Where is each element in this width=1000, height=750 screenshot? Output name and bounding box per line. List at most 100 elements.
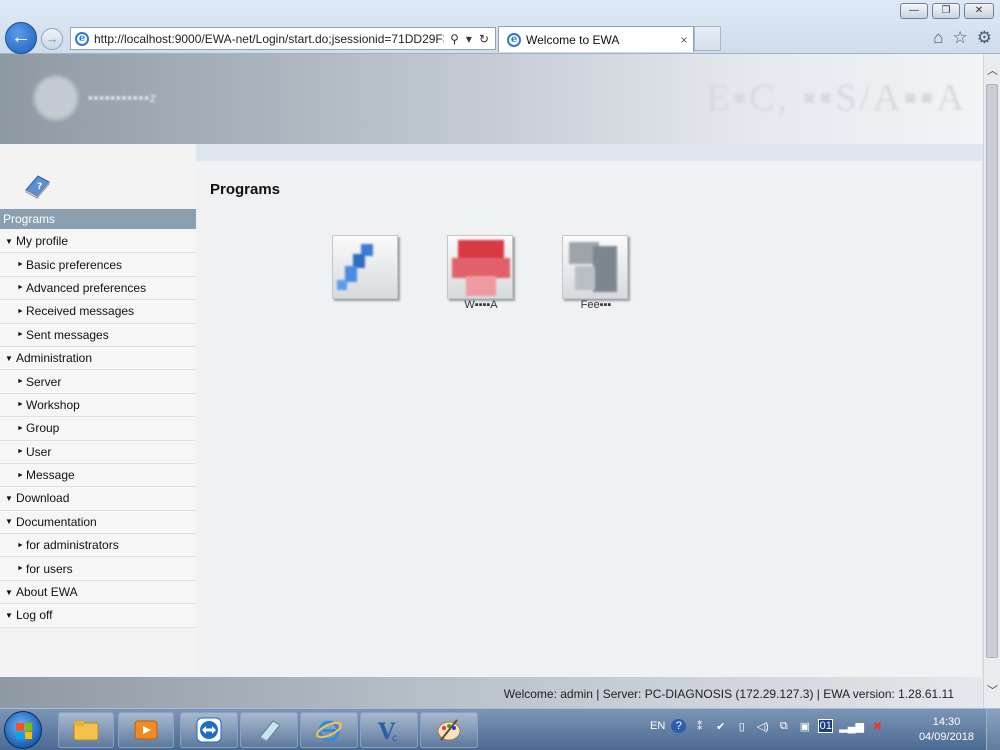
- checkmark-icon[interactable]: ✔: [713, 720, 728, 733]
- program-label: Fee▪▪▪: [580, 299, 612, 311]
- logo: ▪▪▪▪▪▪▪▪▪▪▪z: [34, 76, 224, 120]
- tab-welcome[interactable]: e Welcome to EWA ×: [498, 26, 694, 52]
- close-window-button[interactable]: ✕: [964, 3, 994, 19]
- language-indicator[interactable]: EN: [650, 720, 665, 732]
- sidebar-item-sent-messages[interactable]: ► Sent messages: [0, 323, 196, 347]
- sidebar-item-label: Documentation: [16, 514, 97, 529]
- sidebar-item-for-users[interactable]: ► for users: [0, 557, 196, 581]
- program-tile-feedback[interactable]: Fee▪▪▪: [562, 235, 630, 315]
- notebook-icon: [259, 720, 281, 742]
- sidebar-item-log-off[interactable]: ▼ Log off: [0, 604, 196, 628]
- page-title: Programs: [210, 181, 281, 198]
- clock[interactable]: 14:30 04/09/2018: [919, 715, 974, 745]
- sidebar-item-label: Log off: [16, 608, 53, 623]
- sidebar-header[interactable]: Programs: [0, 209, 196, 229]
- triangle-right-icon: ►: [17, 471, 24, 479]
- scroll-down-icon[interactable]: ﹀: [984, 682, 1000, 700]
- program-tile-ewa[interactable]: W▪▪▪▪A: [447, 235, 515, 315]
- monitor-icon[interactable]: ▣: [797, 720, 812, 733]
- sidebar-item-label: Basic preferences: [26, 257, 123, 272]
- start-button[interactable]: [4, 711, 42, 749]
- sidebar-item-label: Server: [26, 374, 62, 389]
- triangle-down-icon: ▼: [5, 587, 13, 597]
- vertical-scrollbar[interactable]: ︿ ﹀: [983, 54, 1000, 708]
- brand-title: E▪C, ▪▪S/A▪▪A: [706, 77, 967, 119]
- sidebar-item-user[interactable]: ► User: [0, 440, 196, 464]
- teamviewer-icon: [196, 717, 222, 743]
- sidebar-item-received-messages[interactable]: ► Received messages: [0, 300, 196, 324]
- svg-text:?: ?: [37, 182, 42, 192]
- home-icon[interactable]: ⌂: [933, 28, 943, 48]
- scroll-up-icon[interactable]: ︿: [984, 62, 1000, 80]
- program-editor-icon: [332, 235, 398, 299]
- sidebar-item-for-administrators[interactable]: ► for administrators: [0, 534, 196, 558]
- device-icon[interactable]: ▯: [734, 720, 749, 733]
- sidebar-item-label: Workshop: [26, 397, 80, 412]
- help-icon[interactable]: ?: [671, 719, 687, 733]
- volume-icon[interactable]: ◁): [755, 720, 770, 733]
- clock-date: 04/09/2018: [918, 731, 974, 743]
- page-banner: ▪▪▪▪▪▪▪▪▪▪▪z E▪C, ▪▪S/A▪▪A: [0, 54, 983, 144]
- program-label: W▪▪▪▪A: [464, 299, 498, 311]
- url-text[interactable]: http://localhost:9000/EWA-net/Login/star…: [94, 32, 444, 46]
- favorites-star-icon[interactable]: ☆: [953, 28, 968, 48]
- system-tray: EN ? ⁑ ✔ ▯ ◁) ⧉ ▣ 01 ▂▄▆ ✖: [650, 719, 885, 733]
- footer-status-text: Welcome: admin | Server: PC-DIAGNOSIS (1…: [503, 687, 954, 701]
- back-button[interactable]: ←: [5, 22, 37, 54]
- logo-text: ▪▪▪▪▪▪▪▪▪▪▪z: [88, 90, 158, 105]
- taskbar-internet-explorer[interactable]: [300, 712, 358, 748]
- sidebar-item-advanced-preferences[interactable]: ► Advanced preferences: [0, 276, 196, 301]
- signal-strength-icon[interactable]: ▂▄▆: [839, 720, 864, 733]
- new-tab-button[interactable]: [694, 26, 721, 51]
- triangle-right-icon: ►: [17, 401, 24, 409]
- chevron-down-icon[interactable]: ▾: [466, 32, 472, 46]
- sidebar-item-label: User: [26, 444, 52, 459]
- gear-icon[interactable]: ⚙: [977, 28, 992, 48]
- forward-button[interactable]: →: [41, 28, 63, 50]
- triangle-right-icon: ►: [17, 565, 24, 573]
- taskbar-vcds[interactable]: V c: [360, 712, 418, 748]
- search-icon[interactable]: ⚲: [450, 32, 459, 46]
- restore-button[interactable]: ❐: [932, 3, 960, 19]
- error-icon[interactable]: ✖: [870, 720, 885, 733]
- address-bar[interactable]: e http://localhost:9000/EWA-net/Login/st…: [70, 27, 496, 50]
- triangle-right-icon: ►: [17, 378, 24, 386]
- taskbar-paint[interactable]: [420, 712, 478, 748]
- program-tile-editor[interactable]: [332, 235, 400, 315]
- sidebar-item-basic-preferences[interactable]: ► Basic preferences: [0, 253, 196, 277]
- network-activity-icon[interactable]: ⁑: [692, 720, 707, 733]
- sidebar-menu: ▼ My profile ► Basic preferences ► Advanced p…: [0, 230, 196, 628]
- triangle-right-icon: ►: [17, 307, 24, 315]
- ie-favicon-icon: e: [75, 31, 89, 46]
- taskbar-app-notes[interactable]: [240, 712, 298, 748]
- sidebar-item-about-ewa[interactable]: ▼ About EWA: [0, 580, 196, 605]
- svg-text:c: c: [392, 733, 398, 744]
- refresh-icon[interactable]: ↻: [479, 32, 489, 46]
- sidebar-item-workshop[interactable]: ► Workshop: [0, 393, 196, 418]
- sidebar-item-message[interactable]: ► Message: [0, 463, 196, 488]
- close-tab-icon[interactable]: ×: [675, 33, 693, 47]
- triangle-down-icon: ▼: [5, 517, 13, 527]
- logo-emblem-icon: [34, 76, 78, 120]
- taskbar-teamviewer[interactable]: [180, 712, 238, 748]
- internet-explorer-icon: [316, 720, 342, 742]
- triangle-right-icon: ►: [17, 541, 24, 549]
- taskbar-explorer[interactable]: [58, 712, 114, 748]
- minimize-button[interactable]: —: [900, 3, 928, 19]
- sidebar-item-download[interactable]: ▼ Download: [0, 487, 196, 511]
- scroll-thumb[interactable]: [986, 84, 998, 658]
- sidebar-item-group[interactable]: ► Group: [0, 417, 196, 441]
- sidebar-item-documentation[interactable]: ▼ Documentation: [0, 510, 196, 535]
- sidebar-item-administration[interactable]: ▼ Administration: [0, 346, 196, 371]
- sidebar-item-server[interactable]: ► Server: [0, 370, 196, 394]
- sidebar-item-label: About EWA: [16, 585, 78, 600]
- taskbar-media-player[interactable]: [118, 712, 174, 748]
- show-desktop-button[interactable]: [986, 709, 1000, 750]
- help-book-icon[interactable]: ?: [22, 170, 52, 200]
- sidebar-item-label: Received messages: [26, 304, 135, 319]
- sidebar-item-my-profile[interactable]: ▼ My profile: [0, 230, 196, 254]
- sidebar-item-label: Download: [16, 491, 70, 506]
- binary-app-icon[interactable]: 01: [818, 719, 834, 733]
- folder-icon: [73, 721, 99, 741]
- window-switch-icon[interactable]: ⧉: [776, 720, 791, 733]
